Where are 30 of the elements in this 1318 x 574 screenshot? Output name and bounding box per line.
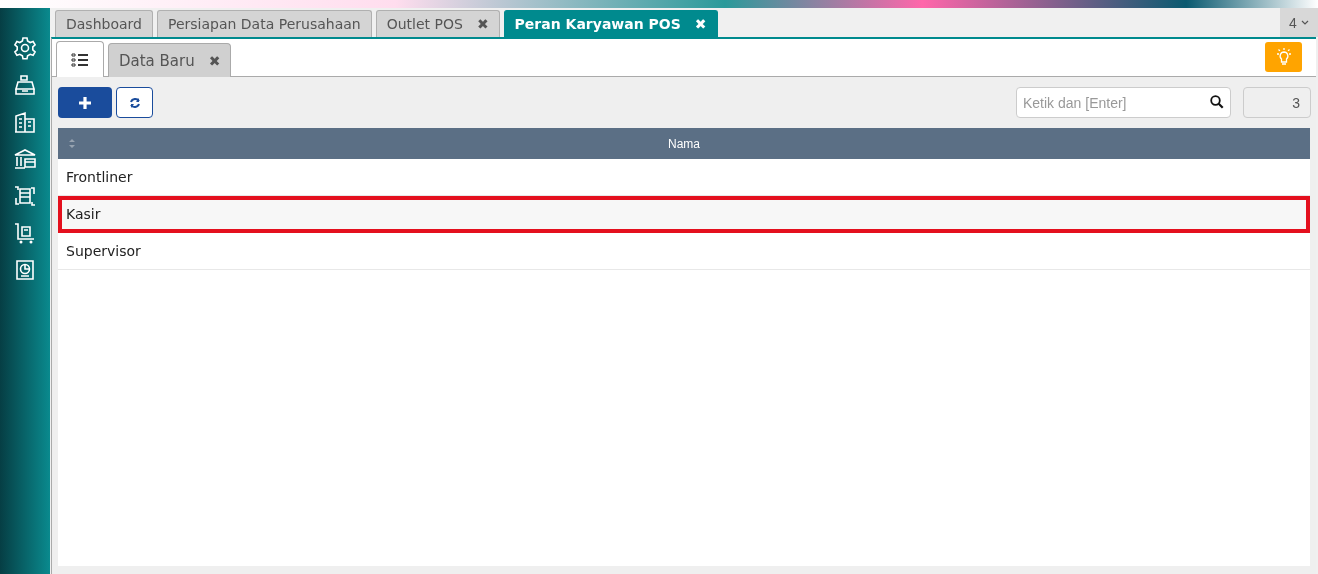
lightbulb-icon <box>1275 48 1292 66</box>
plus-icon <box>78 95 92 110</box>
column-header[interactable]: Nama <box>58 136 1310 151</box>
add-button[interactable] <box>58 87 112 118</box>
list-tab[interactable] <box>56 41 104 77</box>
building-icon[interactable] <box>13 110 37 134</box>
close-icon[interactable]: ✖ <box>476 16 489 32</box>
refresh-icon <box>128 96 141 109</box>
record-count: 3 <box>1243 87 1311 118</box>
close-icon[interactable]: ✖ <box>694 16 707 32</box>
gear-icon[interactable] <box>13 36 37 60</box>
tab[interactable]: Dashboard <box>55 10 153 37</box>
tab[interactable]: Data Baru ✖ <box>108 43 232 77</box>
database-flow-icon[interactable] <box>13 184 37 208</box>
bank-icon[interactable] <box>13 147 37 171</box>
tab-count-dropdown[interactable]: 4 <box>1280 8 1318 37</box>
refresh-button[interactable] <box>116 87 153 118</box>
search-field[interactable]: Ketik dan [Enter] <box>1016 87 1231 118</box>
cart-icon[interactable] <box>13 221 37 245</box>
close-icon[interactable]: ✖ <box>208 52 221 69</box>
tab[interactable]: Persiapan Data Perusahaan <box>156 10 372 37</box>
search-icon <box>1210 95 1224 109</box>
tab[interactable]: Outlet POS ✖ <box>375 10 500 37</box>
chevron-down-icon <box>1300 19 1309 26</box>
table-cell[interactable]: Kasir <box>58 196 1310 233</box>
chart-document-icon[interactable] <box>13 258 37 282</box>
cash-register-icon[interactable] <box>13 73 37 97</box>
tab[interactable]: Peran Karyawan POS ✖ <box>503 10 718 37</box>
table-cell[interactable]: Supervisor <box>58 233 1310 270</box>
list-icon <box>71 51 89 68</box>
